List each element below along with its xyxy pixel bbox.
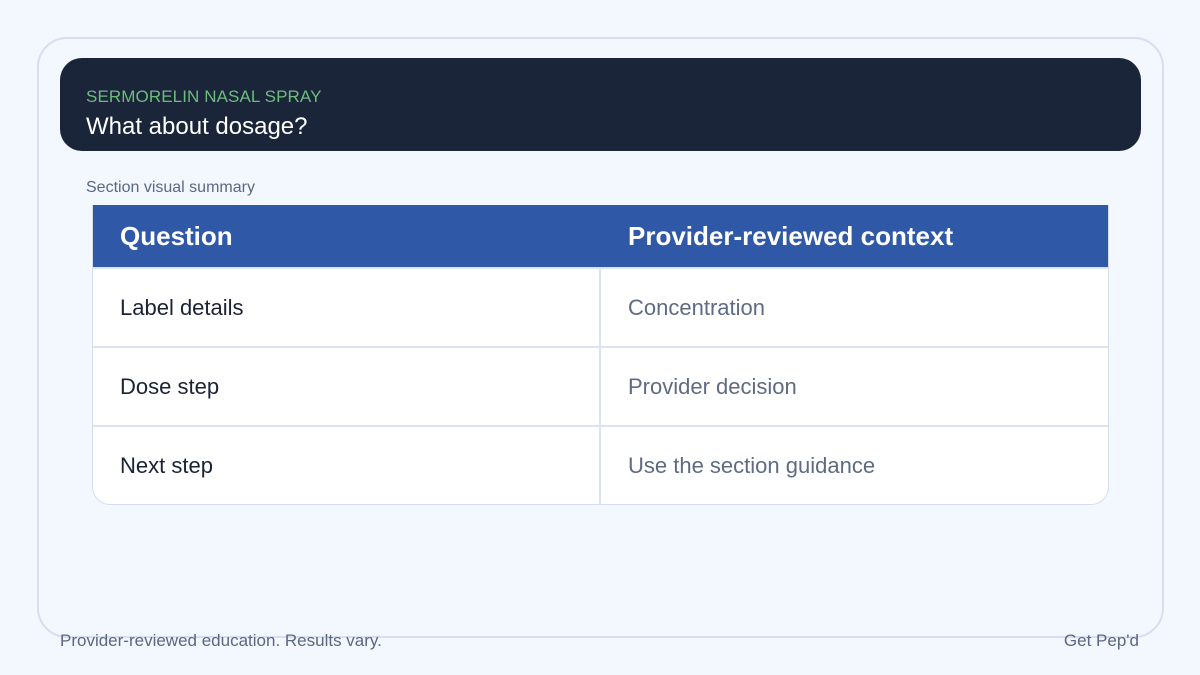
table-row: Next step Use the section guidance [93, 425, 1108, 504]
question-cell: Label details [93, 269, 601, 346]
section-title: What about dosage? [86, 113, 308, 140]
table-header: Question Provider-reviewed context [93, 205, 1108, 267]
summary-table: Question Provider-reviewed context Label… [92, 205, 1109, 505]
context-cell: Provider decision [628, 373, 797, 399]
column-header-question: Question [120, 220, 233, 251]
context-cell: Concentration [628, 294, 765, 320]
product-eyebrow: SERMORELIN NASAL SPRAY [86, 87, 322, 106]
question-cell: Next step [93, 427, 601, 504]
table-row: Label details Concentration [93, 267, 1108, 346]
table-row: Dose step Provider decision [93, 346, 1108, 425]
context-cell: Use the section guidance [628, 452, 876, 478]
footer-disclaimer: Provider-reviewed education. Results var… [60, 631, 382, 650]
question-cell: Dose step [93, 348, 601, 425]
section-header: SERMORELIN NASAL SPRAY What about dosage… [60, 58, 1141, 151]
summary-label: Section visual summary [86, 179, 255, 196]
column-header-context: Provider-reviewed context [628, 220, 954, 251]
footer-brand: Get Pep'd [1063, 631, 1139, 650]
